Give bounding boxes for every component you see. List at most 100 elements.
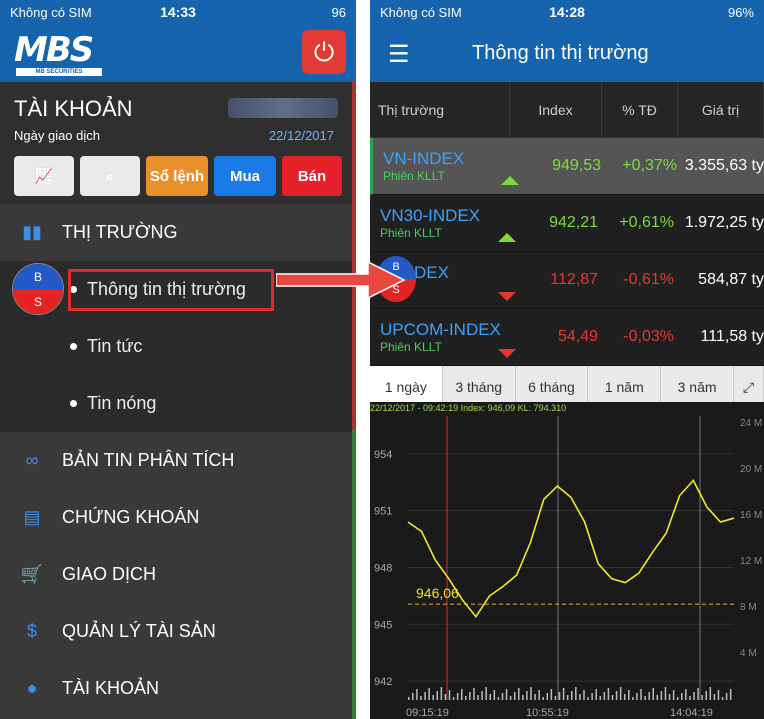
- volume-bar: [558, 692, 561, 700]
- index-value: 949,53: [552, 157, 601, 174]
- volume-bar: [432, 695, 434, 700]
- menu-label: CHỨNG KHOÁN: [62, 507, 200, 527]
- volume-bar: [676, 697, 679, 700]
- y-tick-label: 951: [374, 506, 392, 518]
- search-button[interactable]: ⌕: [80, 156, 140, 196]
- volume-bar: [469, 692, 471, 700]
- index-turnover: 111,58 ty: [700, 328, 764, 345]
- volume-bar: [664, 687, 667, 700]
- battery-level: 96: [331, 4, 346, 20]
- volume-bar: [460, 689, 463, 700]
- menu-label: QUẢN LÝ TÀI SẢN: [62, 621, 216, 641]
- carrier: Không có SIM: [380, 4, 462, 20]
- volume-bar: [623, 694, 626, 700]
- col-value[interactable]: Giá trị: [678, 82, 764, 137]
- volume-bar: [701, 695, 703, 700]
- index-row[interactable]: VN-INDEX Phiên KLLT 949,53 +0,37% 3.355,63 t…: [370, 138, 764, 195]
- table-header: Thị trường Index % TĐ Giá trị: [370, 82, 764, 138]
- cart-icon: 🛒: [20, 564, 44, 584]
- volume-bar: [636, 693, 638, 700]
- volume-bar: [416, 689, 418, 700]
- chart-svg: 22/12/2017 - 09:42:19 Index: 946,09 KL: …: [370, 403, 762, 719]
- volume-bar: [729, 689, 732, 700]
- sell-button[interactable]: Bán: [282, 156, 342, 196]
- volume-bar: [412, 693, 414, 700]
- order-book-button[interactable]: Sổ lệnh: [146, 156, 208, 196]
- screen-header: ☰ Thông tin thị trường: [370, 24, 764, 82]
- menu-label: BẢN TIN PHÂN TÍCH: [62, 450, 235, 470]
- bar-chart-icon: ▮▮: [22, 222, 42, 242]
- down-arrow-icon: [498, 292, 516, 301]
- volume-bar: [562, 688, 565, 700]
- volume-bar: [579, 694, 581, 700]
- volume-bar: [725, 693, 728, 700]
- carrier: Không có SIM: [10, 4, 92, 20]
- volume-bar: [672, 690, 675, 700]
- power-button[interactable]: ⏻: [302, 30, 346, 74]
- red-arrow: [276, 260, 406, 300]
- index-value: 54,49: [557, 328, 598, 345]
- index-session: Phiên KLLT: [380, 340, 442, 354]
- battery-level: 96%: [727, 4, 754, 20]
- submenu-hot-news[interactable]: Tin nóng: [0, 375, 356, 432]
- submenu-news[interactable]: Tin tức: [0, 318, 356, 375]
- volume-bar: [681, 693, 683, 700]
- volume-bar: [497, 697, 500, 700]
- volume-bar: [599, 696, 602, 700]
- volume-bar: [530, 687, 532, 700]
- volume-bar: [717, 690, 720, 700]
- menu-thi-truong[interactable]: ▮▮ THỊ TRƯỜNG: [0, 204, 356, 261]
- volume-tick-label: 4 M: [740, 648, 757, 659]
- menu-analysis[interactable]: ∞ BẢN TIN PHÂN TÍCH: [0, 432, 356, 489]
- volume-bar: [571, 691, 573, 700]
- volume-bar: [615, 691, 618, 700]
- index-row[interactable]: X-INDEXKLLT112,87-0,61%584,87 ty: [370, 252, 764, 309]
- volume-bar: [685, 689, 687, 700]
- buy-sell-badge[interactable]: B S: [12, 263, 64, 315]
- volume-bar: [493, 690, 496, 700]
- status-time: 14:33: [160, 4, 196, 20]
- badge-buy: B: [13, 264, 63, 289]
- volume-bar: [656, 695, 659, 700]
- volume-bar: [575, 687, 577, 700]
- col-market[interactable]: Thị trường: [370, 82, 510, 137]
- volume-bar: [489, 694, 491, 700]
- menu-securities[interactable]: ▤ CHỨNG KHOÁN: [0, 489, 356, 546]
- chart-icon: 📈: [34, 168, 54, 185]
- y-tick-label: 945: [374, 619, 392, 631]
- buy-button[interactable]: Mua: [214, 156, 276, 196]
- chart-button[interactable]: 📈: [14, 156, 74, 196]
- trade-date-label: Ngày giao dịch: [14, 128, 100, 143]
- volume-bar: [465, 696, 467, 700]
- account-name-redacted: [228, 98, 338, 118]
- index-name-cell: VN30-INDEX Phiên KLLT: [370, 206, 510, 240]
- volume-bar: [436, 691, 439, 700]
- index-session: Phiên KLLT: [380, 226, 442, 240]
- volume-bar: [554, 696, 557, 700]
- volume-bar: [501, 693, 504, 700]
- y-tick-label: 942: [374, 676, 392, 688]
- volume-bar: [709, 687, 712, 700]
- index-row[interactable]: UPCOM-INDEX Phiên KLLT 54,49 -0,03% 111,58 t…: [370, 309, 764, 366]
- x-tick-label: 10:55:19: [526, 707, 569, 719]
- menu-assets[interactable]: $ QUẢN LÝ TÀI SẢN: [0, 603, 356, 660]
- volume-bar: [566, 695, 569, 700]
- volume-bar: [473, 688, 475, 700]
- col-change[interactable]: % TĐ: [602, 82, 678, 137]
- menu-icon[interactable]: ☰: [388, 40, 410, 69]
- menu-label: THỊ TRƯỜNG: [62, 222, 178, 242]
- col-index[interactable]: Index: [510, 82, 602, 137]
- quick-actions: 📈 ⌕ Sổ lệnh Mua Bán: [0, 152, 356, 204]
- volume-bar: [660, 691, 663, 700]
- index-row[interactable]: VN30-INDEX Phiên KLLT 942,21 +0,61% 1.972,25…: [370, 195, 764, 252]
- account-panel: TÀI KHOẢN Ngày giao dịch 22/12/2017: [0, 82, 356, 152]
- volume-bar: [509, 696, 512, 700]
- menu-trading[interactable]: 🛒 GIAO DỊCH: [0, 546, 356, 603]
- logo-subtext: MB SECURITIES: [16, 68, 102, 76]
- volume-bar: [705, 691, 707, 700]
- menu-account[interactable]: ● TÀI KHOẢN: [0, 660, 356, 717]
- index-name: UPCOM-INDEX: [380, 320, 501, 339]
- y-tick-label: 948: [374, 562, 392, 574]
- x-tick-label: 14:04:19: [670, 707, 713, 719]
- index-chart[interactable]: 22/12/2017 - 09:42:19 Index: 946,09 KL: …: [370, 402, 764, 719]
